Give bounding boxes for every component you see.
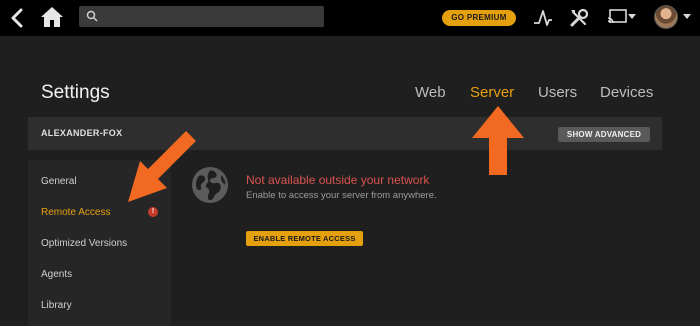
remote-access-status: Not available outside your network	[246, 173, 430, 187]
go-premium-button[interactable]: GO PREMIUM	[442, 10, 516, 26]
sidebar-item-optimized-versions[interactable]: Optimized Versions	[41, 238, 127, 249]
sidebar-item-library[interactable]: Library	[41, 300, 72, 311]
sidebar-item-agents[interactable]: Agents	[41, 269, 72, 280]
tab-users[interactable]: Users	[538, 84, 577, 101]
show-advanced-button[interactable]: SHOW ADVANCED	[558, 127, 650, 142]
cast-icon[interactable]	[607, 9, 627, 25]
annotation-arrow-up	[472, 106, 524, 175]
annotation-arrow-diagonal	[128, 131, 196, 202]
search-input[interactable]	[79, 6, 324, 27]
tools-icon[interactable]	[569, 8, 589, 28]
activity-icon[interactable]	[533, 8, 553, 28]
chevron-down-icon[interactable]	[683, 14, 691, 20]
remote-access-description: Enable to access your server from anywhe…	[246, 190, 437, 201]
enable-remote-access-button[interactable]: ENABLE REMOTE ACCESS	[246, 231, 363, 246]
server-name: ALEXANDER-FOX	[41, 128, 123, 138]
top-bar: GO PREMIUM	[0, 0, 700, 36]
home-icon[interactable]	[40, 6, 64, 28]
sidebar-item-general[interactable]: General	[41, 176, 77, 187]
sidebar-item-remote-access[interactable]: Remote Access	[41, 207, 110, 218]
chevron-down-icon[interactable]	[628, 14, 636, 20]
tab-server[interactable]: Server	[470, 84, 514, 101]
back-arrow-icon[interactable]	[10, 8, 24, 28]
page-title: Settings	[41, 82, 110, 103]
tab-web[interactable]: Web	[415, 84, 446, 101]
avatar[interactable]	[654, 5, 678, 29]
tab-devices[interactable]: Devices	[600, 84, 653, 101]
